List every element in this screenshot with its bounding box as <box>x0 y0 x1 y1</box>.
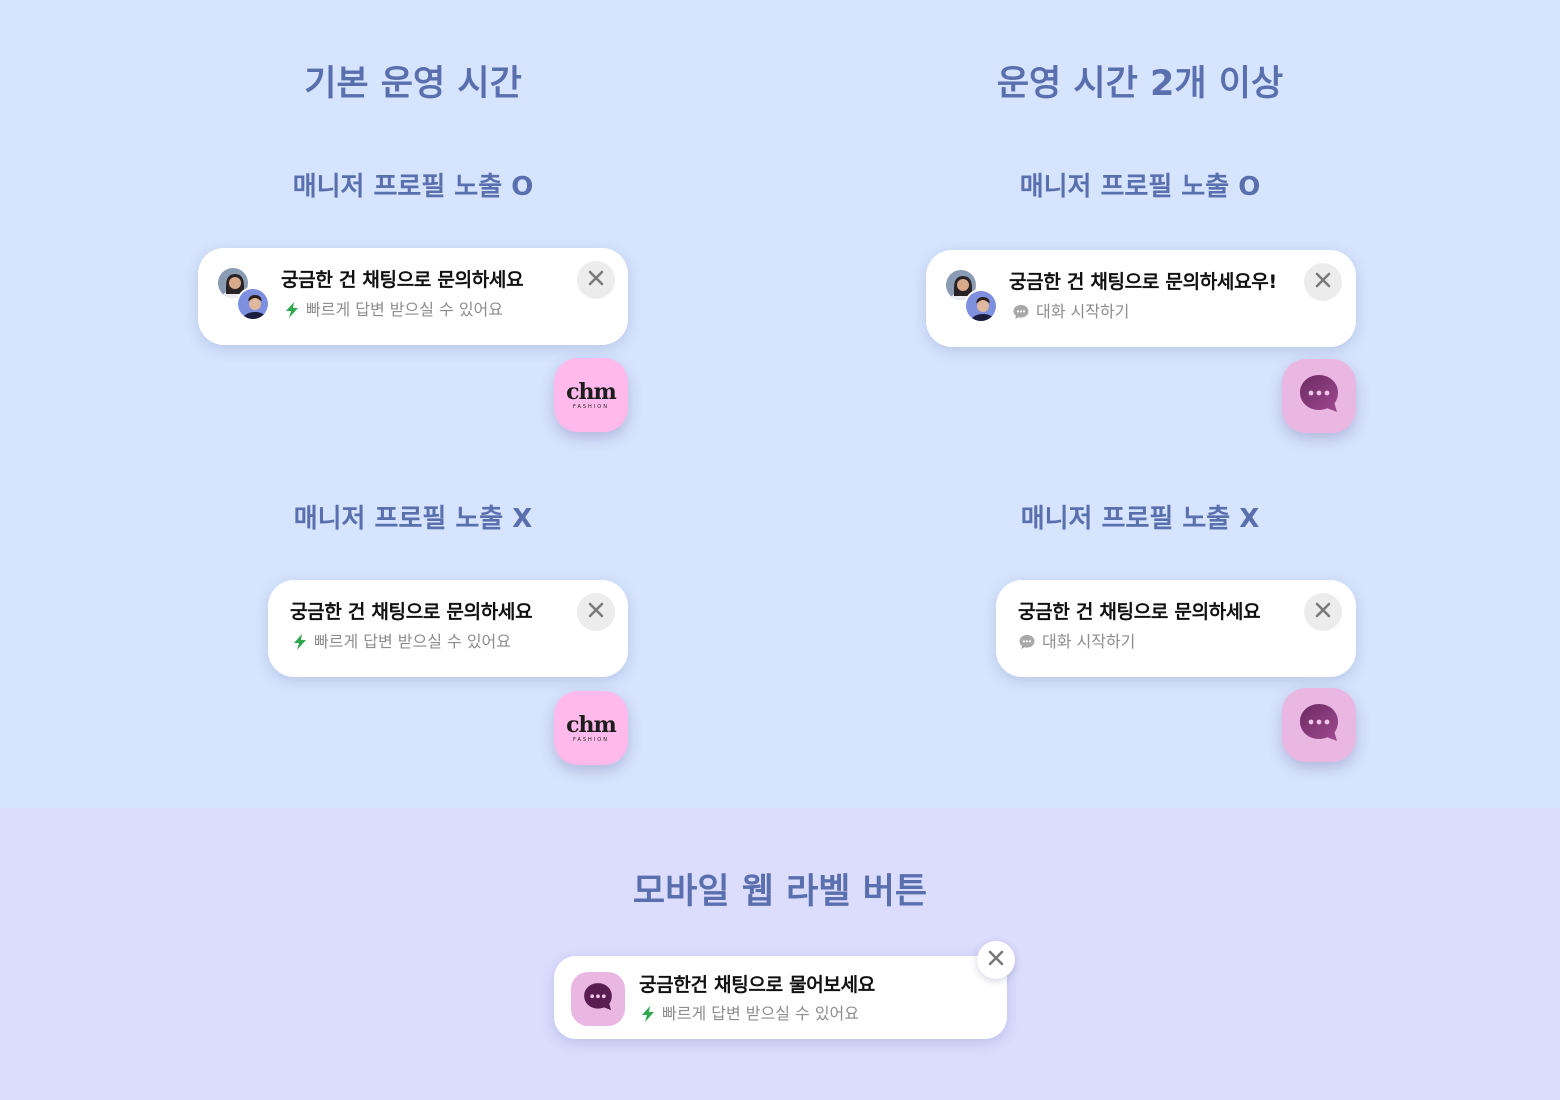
close-button[interactable] <box>977 941 1015 979</box>
card-subtitle-text: 빠르게 답변 받으실 수 있어요 <box>306 300 503 319</box>
card-subtitle-text: 빠르게 답변 받으실 수 있어요 <box>314 632 511 651</box>
lightning-icon <box>640 1005 656 1023</box>
manager-avatar <box>236 287 270 321</box>
chat-launcher-icon <box>1297 701 1341 749</box>
card-title: 궁금한 건 채팅으로 문의하세요 <box>281 269 524 291</box>
close-icon <box>587 269 605 291</box>
close-icon <box>987 949 1005 971</box>
chat-popup-card[interactable]: 궁금한 건 채팅으로 문의하세요 빠르게 답변 받으실 수 있어요 <box>198 248 628 345</box>
close-button[interactable] <box>577 261 615 299</box>
close-button[interactable] <box>1304 263 1342 301</box>
close-button[interactable] <box>577 593 615 631</box>
chat-launcher-button[interactable] <box>1282 688 1356 762</box>
label-profile-off: 매니저 프로필 노출 X <box>293 504 533 534</box>
brand-logo: chm FASHION <box>566 711 617 743</box>
lightning-icon <box>284 301 300 319</box>
brand-launcher-button[interactable]: chm FASHION <box>554 691 628 765</box>
manager-avatar <box>964 289 998 323</box>
section-title-mobile-label: 모바일 웹 라벨 버튼 <box>632 872 928 912</box>
card-subtitle: 빠르게 답변 받으실 수 있어요 <box>292 632 511 652</box>
label-chat-icon-badge <box>571 972 625 1026</box>
chat-launcher-button[interactable] <box>1282 359 1356 433</box>
mobile-label-button[interactable]: 궁금한건 채팅으로 물어보세요 빠르게 답변 받으실 수 있어요 <box>554 956 1007 1039</box>
chat-bubble-icon <box>1018 633 1036 651</box>
card-subtitle-text: 빠르게 답변 받으실 수 있어요 <box>662 1004 859 1023</box>
bottom-section <box>0 808 1560 1100</box>
close-icon <box>1314 601 1332 623</box>
label-profile-on: 매니저 프로필 노출 O <box>1019 172 1261 202</box>
chat-launcher-icon <box>1297 372 1341 420</box>
chat-bubble-icon <box>1012 303 1030 321</box>
manager-avatars <box>944 268 1004 328</box>
chat-popup-card[interactable]: 궁금한 건 채팅으로 문의하세요 빠르게 답변 받으실 수 있어요 <box>268 580 628 677</box>
brand-logo: chm FASHION <box>566 378 617 410</box>
card-title: 궁금한 건 채팅으로 문의하세요 <box>290 601 533 623</box>
card-title: 궁금한 건 채팅으로 문의하세요우! <box>1009 271 1277 293</box>
card-subtitle: 대화 시작하기 <box>1018 632 1135 652</box>
card-title: 궁금한 건 채팅으로 문의하세요 <box>1018 601 1261 623</box>
close-icon <box>1314 271 1332 293</box>
card-subtitle: 빠르게 답변 받으실 수 있어요 <box>640 1004 859 1024</box>
card-subtitle-text: 대화 시작하기 <box>1036 302 1130 321</box>
card-title: 궁금한건 채팅으로 물어보세요 <box>639 974 875 996</box>
close-icon <box>587 601 605 623</box>
lightning-icon <box>292 633 308 651</box>
brand-logo-word: chm <box>566 711 617 738</box>
card-subtitle: 빠르게 답변 받으실 수 있어요 <box>284 300 503 320</box>
card-subtitle: 대화 시작하기 <box>1012 302 1129 322</box>
chat-popup-card[interactable]: 궁금한 건 채팅으로 문의하세요 대화 시작하기 <box>996 580 1356 677</box>
brand-logo-word: chm <box>566 378 617 405</box>
section-title-default-hours: 기본 운영 시간 <box>304 64 522 104</box>
chat-popup-card[interactable]: 궁금한 건 채팅으로 문의하세요우! 대화 시작하기 <box>926 250 1356 347</box>
brand-launcher-button[interactable]: chm FASHION <box>554 358 628 432</box>
close-button[interactable] <box>1304 593 1342 631</box>
card-subtitle-text: 대화 시작하기 <box>1042 632 1136 651</box>
section-title-multi-hours: 운영 시간 2개 이상 <box>996 64 1284 104</box>
label-profile-off: 매니저 프로필 노출 X <box>1020 504 1260 534</box>
brand-logo-sub: FASHION <box>573 736 609 743</box>
chat-launcher-icon <box>582 981 614 1017</box>
manager-avatars <box>216 266 276 326</box>
label-profile-on: 매니저 프로필 노출 O <box>292 172 534 202</box>
brand-logo-sub: FASHION <box>573 403 609 410</box>
